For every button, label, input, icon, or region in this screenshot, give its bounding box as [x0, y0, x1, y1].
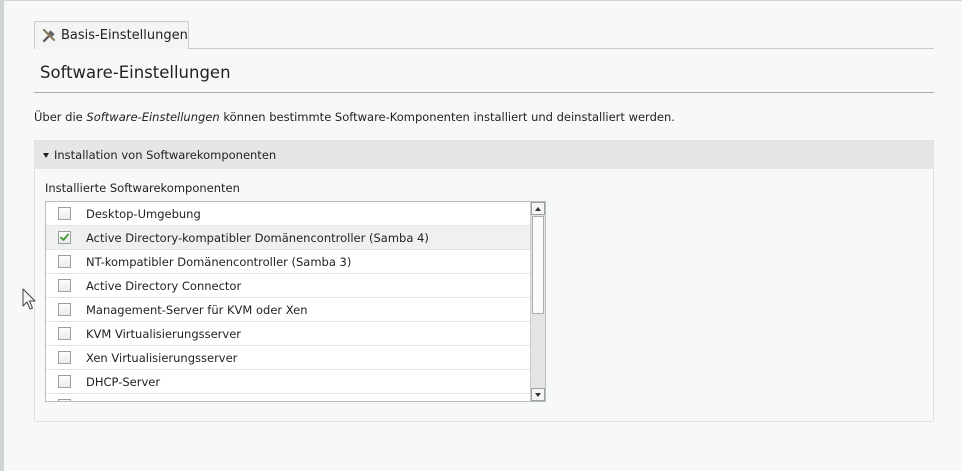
mouse-pointer-icon: [22, 288, 36, 310]
list-item[interactable]: [46, 394, 530, 401]
description-prefix: Über die: [34, 110, 87, 124]
arrow-down-icon: [535, 392, 541, 397]
list-item[interactable]: NT-kompatibler Domänencontroller (Samba …: [46, 250, 530, 274]
list-item-label: KVM Virtualisierungsserver: [86, 326, 242, 341]
list-item-label: Management-Server für KVM oder Xen: [86, 302, 308, 317]
list-item-label: Active Directory Connector: [86, 278, 242, 293]
list-item[interactable]: Active Directory-kompatibler Domänencont…: [46, 226, 530, 250]
page-description: Über die Software-Einstellungen können b…: [34, 110, 675, 124]
page-title: Software-Einstellungen: [40, 63, 231, 82]
checkbox[interactable]: [58, 207, 71, 220]
arrow-up-icon: [535, 206, 541, 211]
scroll-thumb[interactable]: [532, 216, 544, 314]
list-item[interactable]: DHCP-Server: [46, 370, 530, 394]
scroll-down-button[interactable]: [531, 388, 545, 401]
section-header[interactable]: Installation von Softwarekomponenten: [35, 141, 933, 169]
checkbox[interactable]: [58, 351, 71, 364]
checkmark-icon: [60, 233, 69, 241]
checkbox[interactable]: [58, 303, 71, 316]
tab-label: Basis-Einstellungen: [61, 28, 188, 43]
list-item-label: NT-kompatibler Domänencontroller (Samba …: [86, 254, 352, 269]
scroll-up-button[interactable]: [531, 202, 545, 215]
checkbox[interactable]: [58, 327, 71, 340]
list-item[interactable]: Xen Virtualisierungsserver: [46, 346, 530, 370]
list-item[interactable]: KVM Virtualisierungsserver: [46, 322, 530, 346]
list-item-label: Active Directory-kompatibler Domänencont…: [86, 230, 429, 245]
list-item-label: Desktop-Umgebung: [86, 206, 201, 221]
software-component-list[interactable]: Desktop-Umgebung Active Directory-kompati…: [45, 201, 546, 402]
checkbox[interactable]: [58, 279, 71, 292]
section-title: Installation von Softwarekomponenten: [54, 148, 277, 162]
description-emphasis: Software-Einstellungen: [86, 110, 220, 124]
window-top-border: [0, 0, 962, 1]
checkbox[interactable]: [58, 255, 71, 268]
tab-basis-einstellungen[interactable]: Basis-Einstellungen: [34, 21, 189, 49]
field-label: Installierte Softwarekomponenten: [45, 181, 240, 195]
list-item-label: DHCP-Server: [86, 374, 161, 389]
tab-bar-border: [189, 48, 934, 49]
list-item[interactable]: Management-Server für KVM oder Xen: [46, 298, 530, 322]
window-left-border: [0, 0, 4, 471]
checkbox[interactable]: [58, 375, 71, 388]
checkbox[interactable]: [58, 399, 71, 401]
list-rows: Desktop-Umgebung Active Directory-kompati…: [46, 202, 530, 401]
list-item-label: Xen Virtualisierungsserver: [86, 350, 238, 365]
list-item[interactable]: Active Directory Connector: [46, 274, 530, 298]
list-item[interactable]: Desktop-Umgebung: [46, 202, 530, 226]
checkbox-checked[interactable]: [58, 231, 71, 244]
scrollbar[interactable]: [530, 202, 545, 401]
tools-icon: [41, 27, 58, 44]
title-divider: [34, 92, 934, 93]
caret-down-icon: [43, 152, 49, 158]
software-section: Installation von Softwarekomponenten Ins…: [34, 140, 934, 422]
description-suffix: können bestimmte Software-Komponenten in…: [219, 110, 675, 124]
